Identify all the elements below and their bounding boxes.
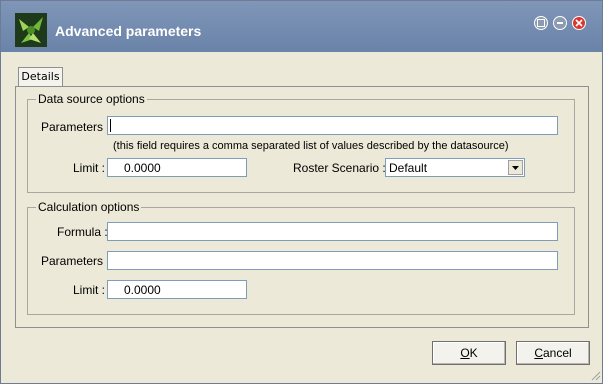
- roster-scenario-label: Roster Scenario :: [293, 161, 386, 175]
- datasource-limit-input[interactable]: 0.0000: [107, 158, 247, 177]
- chevron-down-icon[interactable]: [508, 160, 523, 175]
- calculation-limit-input[interactable]: 0.0000: [107, 280, 247, 299]
- dialog-window: Advanced parameters Details Data source …: [0, 0, 603, 384]
- limit-label: Limit :: [73, 283, 106, 297]
- title-bar[interactable]: Advanced parameters: [1, 1, 602, 52]
- parameters-hint: (this field requires a comma separated l…: [113, 140, 509, 152]
- parameters-label: Parameters :: [41, 254, 110, 268]
- resize-grip-icon[interactable]: [589, 369, 601, 381]
- cancel-button[interactable]: Cancel: [516, 341, 590, 365]
- text-caret: [110, 119, 111, 132]
- group-legend: Calculation options: [36, 200, 142, 214]
- formula-input[interactable]: [107, 222, 558, 241]
- roster-scenario-select[interactable]: Default: [385, 158, 525, 177]
- datasource-parameters-input[interactable]: [107, 116, 558, 135]
- close-icon[interactable]: [572, 16, 586, 30]
- parameters-label: Parameters :: [41, 120, 110, 134]
- window-title: Advanced parameters: [55, 23, 202, 39]
- group-legend: Data source options: [36, 92, 147, 106]
- minimize-icon[interactable]: [553, 16, 567, 30]
- ok-button[interactable]: OK: [432, 341, 506, 365]
- limit-label: Limit :: [73, 161, 106, 175]
- formula-label: Formula :: [57, 225, 108, 239]
- restore-icon[interactable]: [534, 16, 548, 30]
- app-logo-icon: [15, 13, 47, 47]
- tab-details[interactable]: Details: [18, 67, 63, 87]
- calculation-parameters-input[interactable]: [107, 251, 558, 270]
